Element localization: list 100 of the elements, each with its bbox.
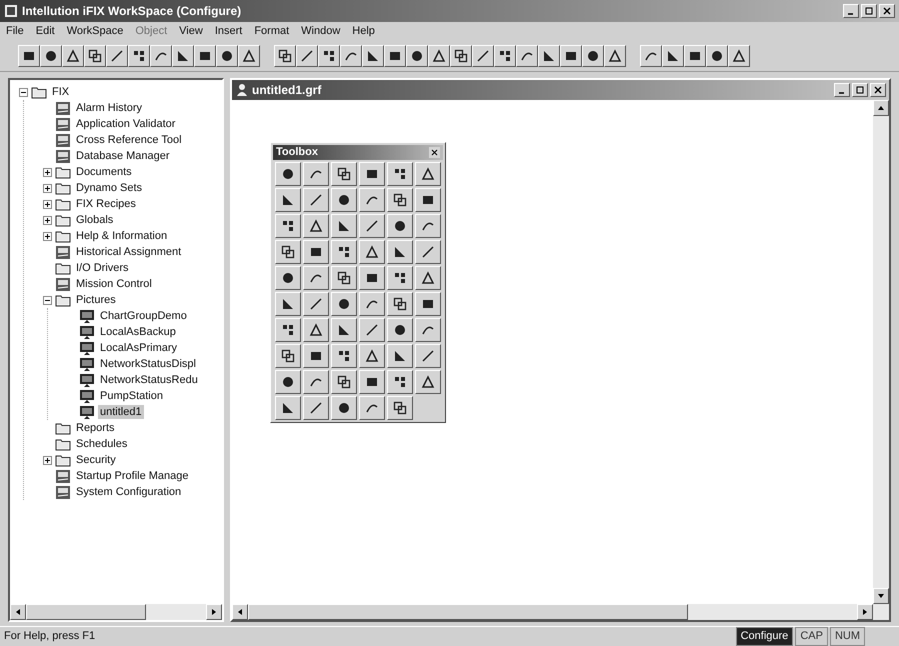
menu-item[interactable]: Window xyxy=(301,22,340,40)
menu-item[interactable]: Help xyxy=(352,22,375,40)
expand-toggle[interactable] xyxy=(42,200,52,208)
tool-button[interactable] xyxy=(415,240,441,264)
tool-button[interactable] xyxy=(331,240,357,264)
toolbar-button[interactable] xyxy=(662,44,684,66)
tool-button[interactable] xyxy=(359,188,385,212)
tool-button[interactable] xyxy=(387,370,413,394)
toolbar-button[interactable] xyxy=(84,44,106,66)
toolbar-button[interactable] xyxy=(472,44,494,66)
tool-button[interactable] xyxy=(387,266,413,290)
tool-button[interactable] xyxy=(275,214,301,238)
tool-button[interactable] xyxy=(359,396,385,420)
toolbar-button[interactable] xyxy=(238,44,260,66)
menu-item[interactable]: WorkSpace xyxy=(66,22,124,40)
toolbar-button[interactable] xyxy=(274,44,296,66)
tool-button[interactable] xyxy=(275,292,301,316)
tool-button[interactable] xyxy=(387,396,413,420)
tree-item[interactable]: Historical Assignment xyxy=(74,245,184,259)
tree-item[interactable]: ChartGroupDemo xyxy=(98,309,189,323)
toolbar-button[interactable] xyxy=(494,44,516,66)
tool-button[interactable] xyxy=(331,396,357,420)
toolbar-button[interactable] xyxy=(216,44,238,66)
close-button[interactable] xyxy=(879,4,895,18)
tool-button[interactable] xyxy=(303,214,329,238)
tool-button[interactable] xyxy=(303,318,329,342)
tool-button[interactable] xyxy=(303,396,329,420)
tool-button[interactable] xyxy=(331,344,357,368)
tool-button[interactable] xyxy=(387,240,413,264)
close-button[interactable] xyxy=(429,147,440,158)
scroll-right-button[interactable] xyxy=(857,604,873,620)
tool-button[interactable] xyxy=(303,344,329,368)
tool-button[interactable] xyxy=(275,188,301,212)
tool-button[interactable] xyxy=(359,240,385,264)
tree-item[interactable]: Database Manager xyxy=(74,149,172,163)
toolbar-button[interactable] xyxy=(604,44,626,66)
tool-button[interactable] xyxy=(359,292,385,316)
tree-item[interactable]: Documents xyxy=(74,165,134,179)
tool-button[interactable] xyxy=(387,188,413,212)
tool-button[interactable] xyxy=(303,266,329,290)
scroll-up-button[interactable] xyxy=(873,100,889,116)
maximize-button[interactable] xyxy=(852,83,868,97)
tree-item[interactable]: untitled1 xyxy=(98,405,144,419)
tool-button[interactable] xyxy=(331,266,357,290)
tool-button[interactable] xyxy=(387,318,413,342)
toolbar-button[interactable] xyxy=(340,44,362,66)
tree-item[interactable]: Globals xyxy=(74,213,116,227)
tool-button[interactable] xyxy=(359,266,385,290)
tree-item[interactable]: Application Validator xyxy=(74,117,178,131)
tool-button[interactable] xyxy=(415,344,441,368)
tree-item[interactable]: LocalAsBackup xyxy=(98,325,178,339)
maximize-button[interactable] xyxy=(861,4,877,18)
toolbar-button[interactable] xyxy=(582,44,604,66)
menu-item[interactable]: Insert xyxy=(214,22,242,40)
tree-item[interactable]: Help & Information xyxy=(74,229,170,243)
menu-item[interactable]: File xyxy=(6,22,24,40)
tree-item[interactable]: Startup Profile Manage xyxy=(74,469,191,483)
toolbar-button[interactable] xyxy=(384,44,406,66)
tool-button[interactable] xyxy=(387,292,413,316)
tree-item[interactable]: FIX Recipes xyxy=(74,197,138,211)
menu-item[interactable]: Edit xyxy=(36,22,55,40)
toolbar-button[interactable] xyxy=(318,44,340,66)
tool-button[interactable] xyxy=(331,292,357,316)
tool-button[interactable] xyxy=(387,344,413,368)
scroll-right-button[interactable] xyxy=(206,604,222,620)
toolbar-button[interactable] xyxy=(428,44,450,66)
tool-button[interactable] xyxy=(359,214,385,238)
tool-button[interactable] xyxy=(275,162,301,186)
expand-toggle[interactable] xyxy=(42,216,52,224)
tool-button[interactable] xyxy=(303,188,329,212)
tool-button[interactable] xyxy=(359,162,385,186)
tool-button[interactable] xyxy=(359,318,385,342)
toolbar-button[interactable] xyxy=(40,44,62,66)
toolbar-button[interactable] xyxy=(516,44,538,66)
tool-button[interactable] xyxy=(303,292,329,316)
tool-button[interactable] xyxy=(331,162,357,186)
scroll-thumb[interactable] xyxy=(248,604,688,620)
expand-toggle[interactable] xyxy=(42,184,52,192)
tree-item[interactable]: Alarm History xyxy=(74,101,144,115)
expand-toggle[interactable] xyxy=(42,232,52,240)
tool-button[interactable] xyxy=(415,188,441,212)
tool-button[interactable] xyxy=(275,344,301,368)
toolbar-button[interactable] xyxy=(684,44,706,66)
tree-item[interactable]: Dynamo Sets xyxy=(74,181,144,195)
toolbar-button[interactable] xyxy=(296,44,318,66)
tool-button[interactable] xyxy=(331,318,357,342)
toolbar-button[interactable] xyxy=(406,44,428,66)
menu-item[interactable]: View xyxy=(179,22,203,40)
toolbar-button[interactable] xyxy=(194,44,216,66)
toolbar-button[interactable] xyxy=(150,44,172,66)
tool-button[interactable] xyxy=(415,370,441,394)
tool-button[interactable] xyxy=(275,396,301,420)
tool-button[interactable] xyxy=(331,214,357,238)
scroll-left-button[interactable] xyxy=(10,604,26,620)
tool-button[interactable] xyxy=(359,344,385,368)
tool-button[interactable] xyxy=(415,266,441,290)
toolbar-button[interactable] xyxy=(706,44,728,66)
toolbar-button[interactable] xyxy=(128,44,150,66)
toolbar-button[interactable] xyxy=(538,44,560,66)
minimize-button[interactable] xyxy=(834,83,850,97)
